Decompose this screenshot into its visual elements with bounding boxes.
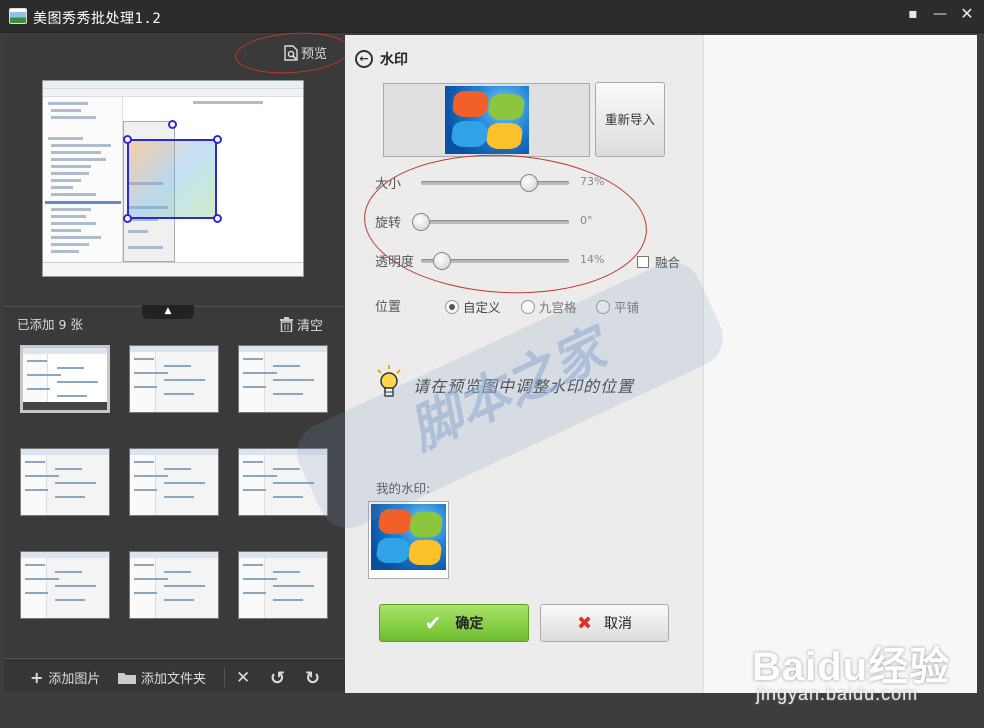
delete-icon[interactable]: ✕ xyxy=(236,668,250,688)
hint-row: 请在预览图中调整水印的位置 xyxy=(375,365,695,405)
watermark-placement-box[interactable] xyxy=(127,139,217,219)
opacity-value: 14% xyxy=(580,253,605,266)
cancel-label: 取消 xyxy=(604,616,633,632)
opacity-slider[interactable] xyxy=(421,252,569,270)
collapse-arrow-icon[interactable]: ▲ xyxy=(142,305,194,319)
close-icon[interactable]: ✕ xyxy=(956,4,978,26)
opacity-slider-knob[interactable] xyxy=(432,252,451,270)
added-count: 已添加 9 张 xyxy=(17,317,83,332)
my-watermark-thumbnail[interactable] xyxy=(368,501,449,579)
resize-handle[interactable] xyxy=(123,214,132,223)
watermark-image-box xyxy=(383,83,590,157)
size-value: 73% xyxy=(580,175,605,188)
hint-text: 请在预览图中调整水印的位置 xyxy=(413,377,635,396)
back-arrow-icon[interactable]: ← xyxy=(355,50,373,68)
opacity-label: 透明度 xyxy=(375,255,415,270)
left-panel: 预览 ▲ 已添加 9 张 清空 + 添加图片 添加文件夹 ✕ ↺ ↻ xyxy=(4,29,352,693)
minimize-icon[interactable]: — xyxy=(929,4,951,26)
ok-button[interactable]: ✔ 确定 xyxy=(379,604,529,642)
rotate-right-icon[interactable]: ↻ xyxy=(305,668,320,689)
windows-logo-image xyxy=(371,504,446,570)
bottom-toolbar: + 添加图片 添加文件夹 ✕ ↺ ↻ xyxy=(4,658,345,693)
opacity-slider-row: 透明度 14% xyxy=(375,251,675,271)
blend-checkbox[interactable]: 融合 xyxy=(637,252,680,271)
position-label: 位置 xyxy=(375,300,402,315)
position-option-label: 九宫格 xyxy=(539,300,577,315)
trash-icon xyxy=(280,317,293,332)
blend-label: 融合 xyxy=(655,255,681,270)
chat-icon[interactable]: ▪ xyxy=(902,4,924,26)
position-option-grid[interactable]: 九宫格 xyxy=(521,297,577,316)
clear-button[interactable]: 清空 xyxy=(280,315,323,334)
windows-logo-image xyxy=(445,86,529,154)
preview-label: 预览 xyxy=(301,47,328,62)
rotation-label: 旋转 xyxy=(375,216,402,231)
rotate-left-icon[interactable]: ↺ xyxy=(270,668,285,689)
resize-handle[interactable] xyxy=(123,135,132,144)
watermark-panel: ← 水印 重新导入 大小 73% 旋转 0° 透明度 14% 融合 位置 自定义… xyxy=(345,35,703,693)
add-image-label: 添加图片 xyxy=(48,672,101,687)
size-slider-knob[interactable] xyxy=(520,174,539,192)
baidu-url: jingyan.baidu.com xyxy=(756,684,919,704)
checkbox-box[interactable] xyxy=(637,255,649,268)
rotation-slider[interactable] xyxy=(412,213,569,231)
checkmark-icon: ✔ xyxy=(424,611,442,635)
position-row: 位置 自定义 九宫格 平铺 xyxy=(375,296,695,316)
position-option-label: 自定义 xyxy=(463,300,501,315)
thumbnail[interactable] xyxy=(238,448,328,516)
preview-icon xyxy=(284,44,298,61)
thumbnail[interactable] xyxy=(129,448,219,516)
cancel-button[interactable]: ✖ 取消 xyxy=(540,604,669,642)
preview-image[interactable] xyxy=(42,80,304,277)
title-bar: 美图秀秀批处理1.2 ▪ — ✕ xyxy=(0,0,984,33)
rotation-slider-knob[interactable] xyxy=(412,213,430,231)
size-slider-row: 大小 73% xyxy=(375,173,675,193)
size-slider[interactable] xyxy=(421,174,569,192)
add-image-button[interactable]: + 添加图片 xyxy=(30,668,100,687)
folder-icon xyxy=(118,673,136,684)
thumbnail[interactable] xyxy=(20,345,110,413)
app-window: 美图秀秀批处理1.2 ▪ — ✕ 预览 ▲ 已添加 9 张 清空 + 添加图片 … xyxy=(0,0,984,728)
add-folder-button[interactable]: 添加文件夹 xyxy=(118,668,206,687)
lightbulb-icon xyxy=(377,365,401,397)
plus-icon: + xyxy=(30,668,44,687)
radio-icon[interactable] xyxy=(596,299,610,314)
position-option-label: 平铺 xyxy=(614,300,640,315)
rotation-value: 0° xyxy=(580,214,593,227)
panel-title: 水印 xyxy=(380,52,408,68)
toolbar-divider xyxy=(224,667,225,687)
add-folder-label: 添加文件夹 xyxy=(141,672,207,687)
preview-button[interactable]: 预览 xyxy=(284,43,327,62)
thumbnail[interactable] xyxy=(20,551,110,619)
thumbnail[interactable] xyxy=(238,551,328,619)
thumbnail-grid xyxy=(20,345,332,620)
radio-icon[interactable] xyxy=(521,299,535,314)
thumbnail[interactable] xyxy=(238,345,328,413)
reimport-button[interactable]: 重新导入 xyxy=(595,82,665,157)
thumbnail[interactable] xyxy=(129,345,219,413)
my-watermark-label: 我的水印: xyxy=(376,481,431,496)
position-option-tile[interactable]: 平铺 xyxy=(596,297,639,316)
size-label: 大小 xyxy=(375,177,402,192)
position-option-custom[interactable]: 自定义 xyxy=(445,297,501,316)
thumbnail[interactable] xyxy=(20,448,110,516)
resize-handle[interactable] xyxy=(213,135,222,144)
radio-icon[interactable] xyxy=(445,299,459,314)
rotate-handle[interactable] xyxy=(168,120,177,129)
x-icon: ✖ xyxy=(576,612,593,634)
ok-label: 确定 xyxy=(455,616,484,632)
thumbnail[interactable] xyxy=(129,551,219,619)
clear-label: 清空 xyxy=(297,319,324,334)
rotation-slider-row: 旋转 0° xyxy=(375,212,675,232)
window-title: 美图秀秀批处理1.2 xyxy=(33,11,162,27)
resize-handle[interactable] xyxy=(213,214,222,223)
preview-area xyxy=(703,35,977,693)
app-icon xyxy=(9,8,27,24)
